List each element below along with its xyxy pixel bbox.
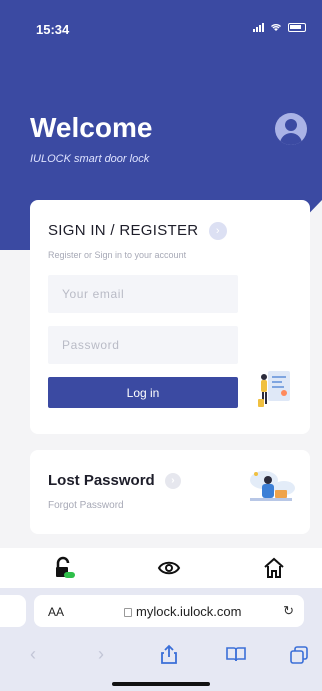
lost-password-illustration-icon [250,471,295,501]
cellular-signal-icon [253,22,264,32]
signin-title[interactable]: SIGN IN / REGISTER › [48,222,227,241]
share-icon[interactable] [160,644,178,664]
page-subtitle: IULOCK smart door lock [30,153,150,165]
chevron-right-icon[interactable]: › [164,473,181,490]
signin-illustration-icon [258,371,290,407]
page-title: Welcome [30,112,153,143]
url-display[interactable]: mylock.iulock.com [124,604,241,619]
home-indicator [112,682,210,686]
forward-icon[interactable]: › [98,644,104,665]
text-size-button[interactable]: AA [48,605,64,619]
home-icon[interactable] [262,556,286,580]
signin-subtitle: Register or Sign in to your account [48,250,187,260]
bookmarks-icon[interactable] [226,646,246,662]
bottom-tab-bar [0,548,322,588]
battery-icon [288,22,306,32]
signin-card: SIGN IN / REGISTER › Register or Sign in… [30,200,310,434]
user-avatar-icon[interactable] [275,113,307,145]
reload-icon[interactable]: ↻ [283,603,294,619]
signin-title-label: SIGN IN / REGISTER [48,222,199,239]
eye-icon[interactable] [157,556,181,580]
tabs-icon[interactable] [290,646,308,664]
lost-password-title[interactable]: Lost Password › [48,472,181,490]
chevron-right-icon[interactable]: › [208,222,227,241]
status-icons [253,22,306,32]
back-icon[interactable]: ‹ [30,644,36,665]
login-button[interactable]: Log in [48,377,238,408]
padlock-icon [124,608,132,617]
wifi-icon [271,24,281,31]
address-bar[interactable]: AA mylock.iulock.com ↻ [34,595,304,627]
browser-toolbar: AA mylock.iulock.com ↻ ‹ › [0,588,322,691]
lost-password-subtitle: Forgot Password [48,500,124,511]
lost-password-card[interactable]: Lost Password › Forgot Password [30,450,310,534]
status-time: 15:34 [36,22,70,37]
browser-nav: ‹ › [0,644,322,668]
email-field[interactable] [48,275,238,313]
url-text: mylock.iulock.com [136,604,242,619]
lost-password-label: Lost Password [48,472,155,489]
status-bar: 15:34 [0,0,322,44]
previous-tab-peek[interactable] [0,595,26,627]
password-field[interactable] [48,326,238,364]
unlock-icon[interactable] [53,556,77,580]
